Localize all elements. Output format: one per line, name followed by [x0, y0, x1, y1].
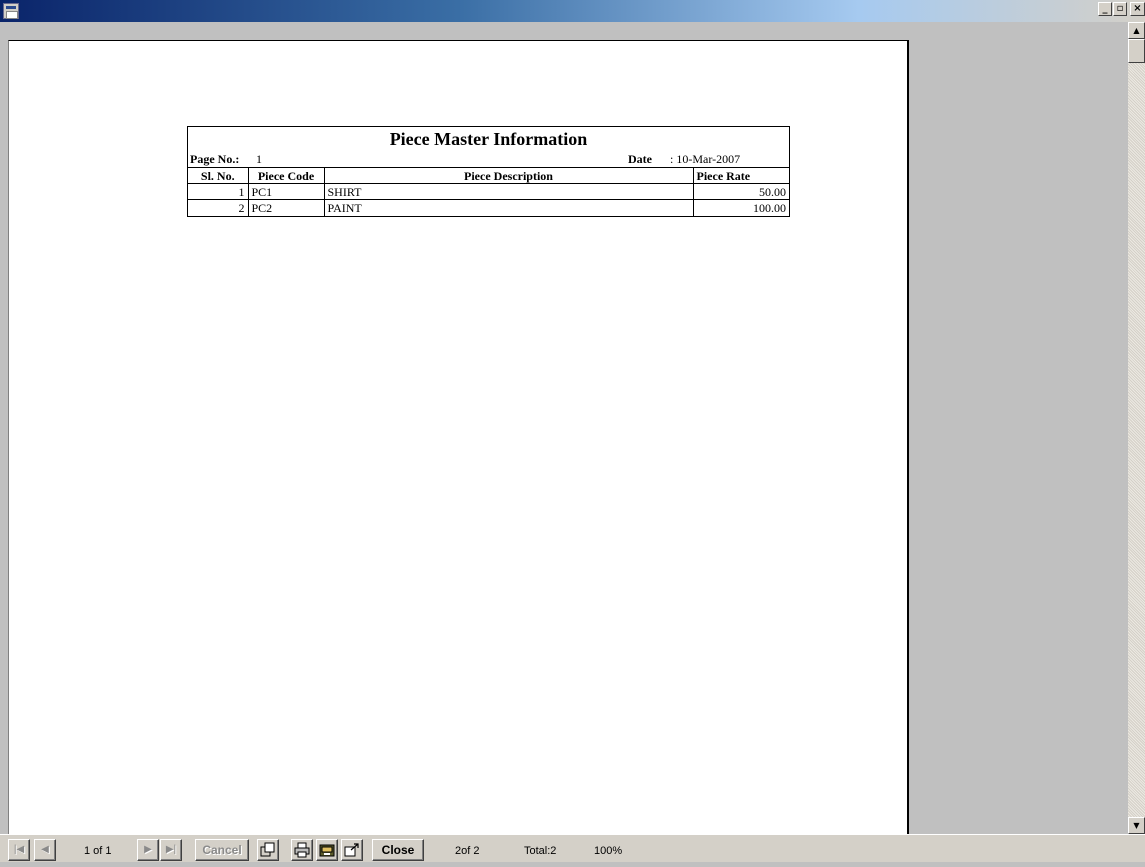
date-value: : 10-Mar-2007: [670, 152, 741, 166]
close-report-button[interactable]: Close: [372, 839, 424, 861]
title-bar: _ ▫ ×: [0, 0, 1145, 22]
sl-no-cell: 2: [188, 199, 249, 216]
piece-table: Sl. No. Piece Code Piece Description Pie…: [188, 167, 789, 216]
piece-rate-cell: 100.00: [692, 199, 789, 216]
piece-rate-cell: 50.00: [692, 183, 789, 200]
page-no-label: Page No.:: [190, 152, 240, 166]
print-setup-icon: [319, 844, 335, 857]
piece-code-cell: PC1: [247, 183, 325, 200]
page-counter: 1 of 1: [84, 845, 112, 857]
print-icon: [294, 842, 310, 858]
first-page-button[interactable]: |◀: [8, 839, 30, 861]
cancel-button[interactable]: Cancel: [195, 839, 249, 861]
vertical-scrollbar[interactable]: ▲ ▼: [1128, 22, 1145, 834]
scroll-thumb[interactable]: [1128, 39, 1145, 63]
app-icon[interactable]: [3, 3, 19, 19]
print-button[interactable]: [291, 839, 313, 861]
next-page-button[interactable]: ▶: [137, 839, 159, 861]
report-body: Piece Master Information Page No.: 1 Dat…: [187, 126, 790, 217]
previous-page-button[interactable]: ◀: [34, 839, 56, 861]
close-window-button[interactable]: ×: [1130, 2, 1145, 16]
column-header-sl-no: Sl. No.: [188, 167, 249, 184]
print-setup-button[interactable]: [316, 839, 338, 861]
table-header-row: Sl. No. Piece Code Piece Description Pie…: [188, 167, 789, 184]
export-icon: [344, 843, 359, 857]
zoom-icon: [260, 842, 275, 857]
piece-description-cell: PAINT: [323, 199, 694, 216]
scroll-up-button[interactable]: ▲: [1128, 22, 1145, 39]
record-counter: 2of 2: [455, 845, 480, 857]
piece-code-cell: PC2: [247, 199, 325, 216]
column-header-piece-description: Piece Description: [323, 167, 694, 184]
preview-toolbar: |◀ ◀ 1 of 1 ▶ ▶| Cancel Close 2of 2 Tota…: [0, 834, 1145, 862]
table-row: 2 PC2 PAINT 100.00: [188, 199, 789, 216]
column-header-piece-code: Piece Code: [247, 167, 325, 184]
sl-no-cell: 1: [188, 183, 249, 200]
page-no-value: 1: [256, 152, 262, 166]
export-button[interactable]: [341, 839, 363, 861]
zoom-button[interactable]: [257, 839, 279, 861]
report-title: Piece Master Information: [389, 129, 588, 149]
restore-button[interactable]: ▫: [1113, 2, 1127, 16]
last-page-button[interactable]: ▶|: [160, 839, 182, 861]
total-records: Total:2: [524, 845, 557, 857]
report-meta: Page No.: 1 Date : 10-Mar-2007: [188, 151, 789, 167]
scroll-down-button[interactable]: ▼: [1128, 817, 1145, 834]
column-header-piece-rate: Piece Rate: [692, 167, 789, 184]
table-row: 1 PC1 SHIRT 50.00: [188, 183, 789, 200]
minimize-button[interactable]: _: [1098, 2, 1112, 16]
zoom-level: 100%: [594, 845, 623, 857]
date-label: Date: [628, 152, 652, 166]
piece-description-cell: SHIRT: [323, 183, 694, 200]
